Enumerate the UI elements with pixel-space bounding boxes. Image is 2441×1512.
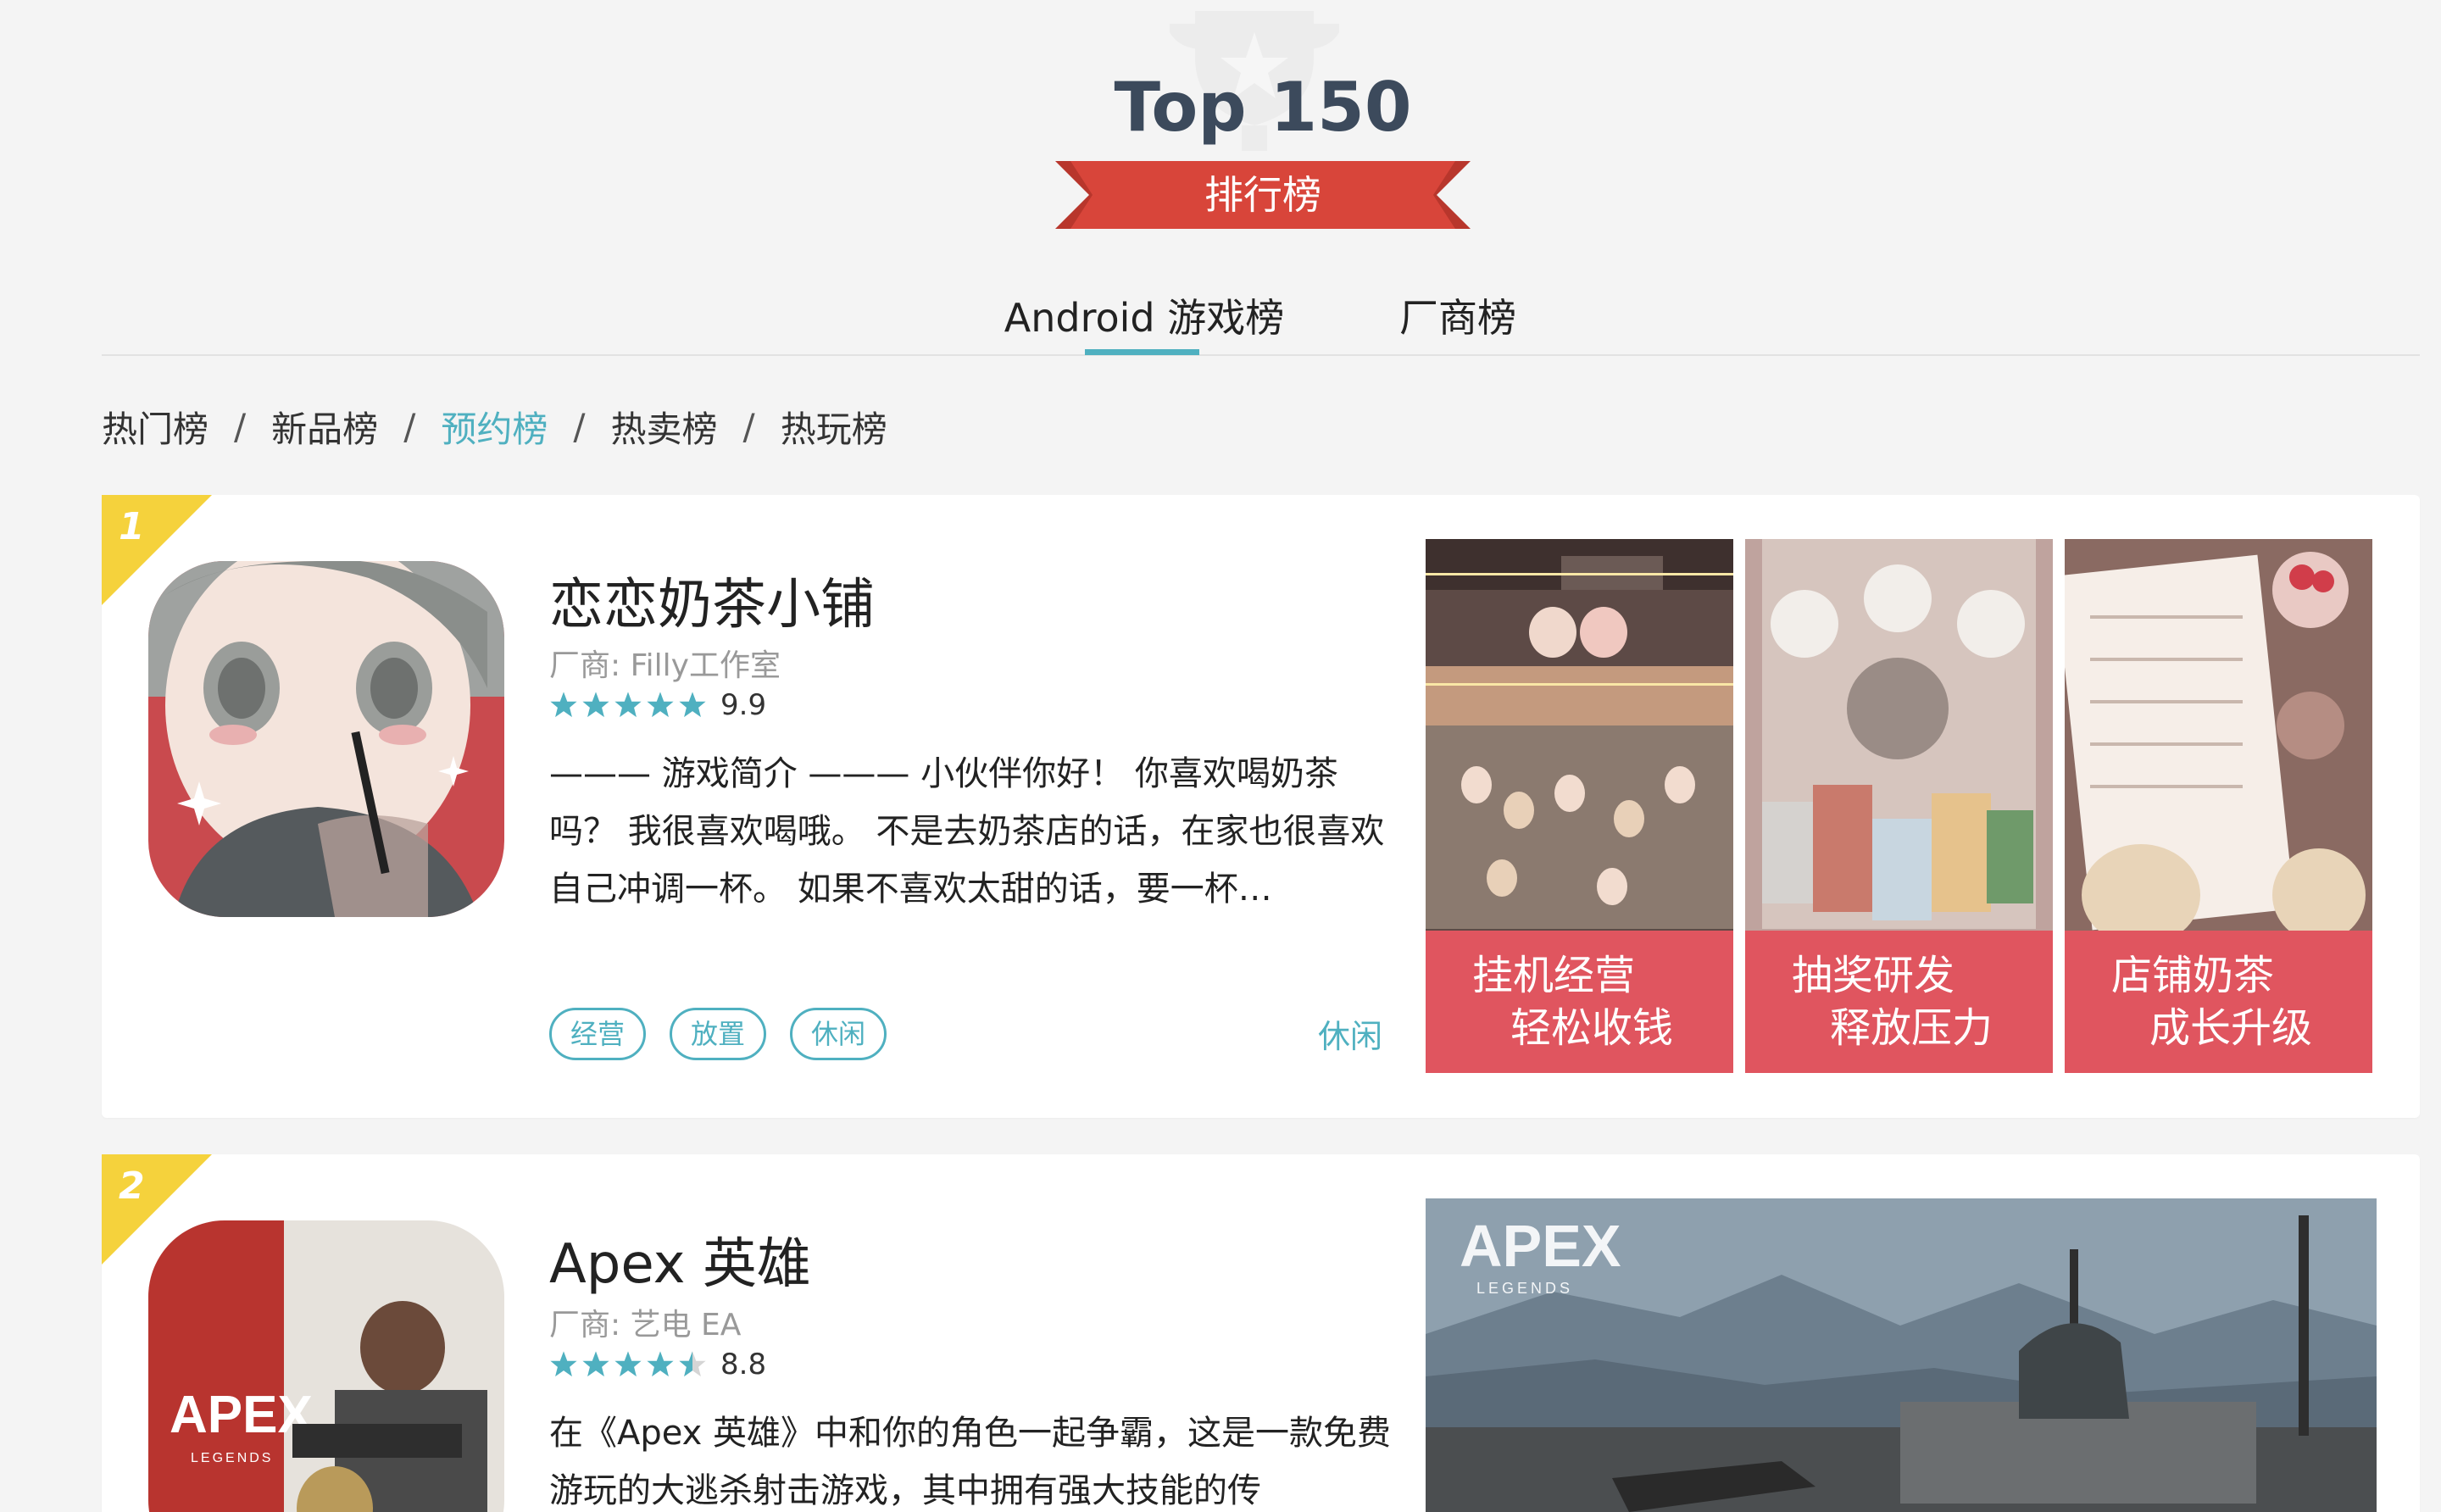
banner-logo-subtext: LEGENDS bbox=[1476, 1280, 1573, 1297]
star-icon bbox=[647, 1351, 674, 1377]
caption-line1: 挂机经营 bbox=[1472, 952, 1636, 999]
app-name[interactable]: Apex 英雄 bbox=[549, 1220, 811, 1298]
tag-management[interactable]: 经营 bbox=[549, 1008, 647, 1060]
caption-line2: 轻松收钱 bbox=[1510, 1004, 1674, 1052]
screenshot[interactable]: 店铺奶茶 成长升级 bbox=[2065, 539, 2372, 1073]
subnav-separator: / bbox=[403, 405, 416, 447]
rank-number: 1 bbox=[119, 505, 145, 548]
subnav-separator: / bbox=[573, 405, 586, 447]
app-rating: 8.8 bbox=[549, 1348, 766, 1381]
caption-line1: 抽奖研发 bbox=[1792, 952, 1955, 999]
category-link[interactable]: 休闲 bbox=[1318, 1010, 1382, 1057]
game-card[interactable]: 2 APEX LEGENDS Apex 英雄 厂商: 艺电 EA 8.8 在《A… bbox=[102, 1154, 2420, 1512]
star-icon bbox=[679, 692, 706, 718]
caption-line2: 释放压力 bbox=[1830, 1004, 1993, 1052]
leaderboard-page: Top 150 排行榜 Android 游戏榜 厂商榜 热门榜 / 新品榜 / … bbox=[0, 0, 2441, 1512]
rating-score: 9.9 bbox=[720, 688, 767, 722]
subnav-most-played[interactable]: 热玩榜 bbox=[781, 401, 887, 453]
page-title: Top 150 bbox=[1114, 68, 1412, 147]
game-card[interactable]: 1 恋恋奶茶小铺 厂商: Filly工作室 9.9 ——— 游戏简介 ——— 小… bbox=[102, 495, 2420, 1118]
screenshot-caption: 店铺奶茶 成长升级 bbox=[2065, 931, 2372, 1073]
caption-line2: 成长升级 bbox=[2149, 1004, 2313, 1052]
subnav-separator: / bbox=[742, 405, 755, 447]
app-description: 在《Apex 英雄》中和你的角色一起争霸，这是一款免费游玩的大逃杀射击游戏，其中… bbox=[549, 1414, 1392, 1510]
app-vendor[interactable]: 厂商: Filly工作室 bbox=[549, 641, 781, 685]
star-rating bbox=[549, 1350, 707, 1379]
banner-logo-text: APEX bbox=[1460, 1213, 1621, 1279]
tag-casual[interactable]: 休闲 bbox=[790, 1008, 887, 1060]
star-icon bbox=[582, 1351, 609, 1377]
screenshot[interactable]: 抽奖研发 释放压力 bbox=[1745, 539, 2053, 1073]
subnav-separator: / bbox=[234, 405, 247, 447]
tag-idle[interactable]: 放置 bbox=[670, 1008, 767, 1060]
app-vendor[interactable]: 厂商: 艺电 EA bbox=[549, 1300, 741, 1344]
tab-android-games[interactable]: Android 游戏榜 bbox=[996, 288, 1293, 356]
star-icon bbox=[550, 1351, 577, 1377]
screenshot-caption: 抽奖研发 释放压力 bbox=[1745, 931, 2053, 1073]
icon-logo-subtext: LEGENDS bbox=[191, 1451, 273, 1465]
star-icon bbox=[614, 1351, 642, 1377]
star-icon bbox=[582, 692, 609, 718]
star-icon bbox=[647, 692, 674, 718]
star-icon bbox=[614, 692, 642, 718]
app-description: ——— 游戏简介 ——— 小伙伴你好！ 你喜欢喝奶茶吗？ 我很喜欢喝哦。 不是去… bbox=[549, 754, 1385, 909]
subnav-bestselling[interactable]: 热卖榜 bbox=[611, 401, 718, 453]
tag-list: 经营 放置 休闲 bbox=[549, 1008, 887, 1060]
app-icon[interactable]: APEX LEGENDS bbox=[148, 1220, 504, 1512]
app-name[interactable]: 恋恋奶茶小铺 bbox=[549, 561, 875, 639]
tab-vendors[interactable]: 厂商榜 bbox=[1390, 288, 1526, 356]
app-rating: 9.9 bbox=[549, 688, 766, 722]
ribbon-label: 排行榜 bbox=[1204, 172, 1321, 218]
star-icon bbox=[550, 692, 577, 718]
screenshot-gallery: 挂机经营 轻松收钱 抽奖研发 释放压力 店铺奶茶 成长升级 bbox=[1426, 539, 2372, 1073]
screenshot[interactable]: 挂机经营 轻松收钱 bbox=[1426, 539, 1733, 1073]
icon-logo-text: APEX bbox=[170, 1386, 313, 1444]
star-half-icon bbox=[679, 1351, 706, 1377]
sub-ranking-nav: 热门榜 / 新品榜 / 预约榜 / 热卖榜 / 热玩榜 bbox=[102, 398, 887, 454]
subnav-new[interactable]: 新品榜 bbox=[271, 401, 378, 453]
ranking-tabs: Android 游戏榜 厂商榜 bbox=[102, 288, 2420, 356]
app-icon[interactable] bbox=[148, 561, 504, 917]
screenshot[interactable]: APEX LEGENDS bbox=[1426, 1198, 2377, 1512]
caption-line1: 店铺奶茶 bbox=[2111, 952, 2275, 999]
subnav-hot[interactable]: 热门榜 bbox=[102, 401, 209, 453]
active-tab-indicator bbox=[1085, 349, 1199, 355]
rating-score: 8.8 bbox=[720, 1348, 767, 1381]
subnav-reservation[interactable]: 预约榜 bbox=[441, 401, 548, 453]
rank-number: 2 bbox=[119, 1165, 145, 1208]
star-rating bbox=[549, 691, 707, 720]
screenshot-caption: 挂机经营 轻松收钱 bbox=[1426, 931, 1733, 1073]
